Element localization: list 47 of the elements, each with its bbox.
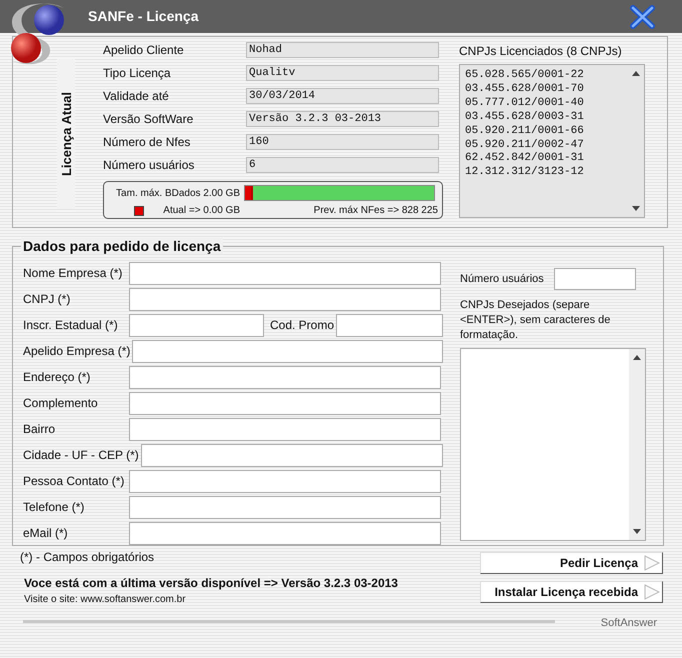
cnpj-item: 03.455.628/0001-70: [465, 82, 585, 97]
field-label: Apelido Empresa (*): [23, 344, 132, 358]
list-title: CNPJs Licenciados (8 CNPJs): [459, 44, 623, 60]
field-label: Inscr. Estadual (*): [23, 318, 119, 332]
field-label: Apelido Cliente: [103, 42, 185, 57]
read-only-field: 30/03/2014: [246, 88, 439, 104]
cnpj-item: 05.777.012/0001-40: [465, 96, 585, 111]
field-label: Versão SoftWare: [103, 111, 194, 126]
field-label: Endereço (*): [23, 370, 92, 384]
required-note: (*) - Campos obrigatórios: [20, 550, 156, 564]
field-label: Número usuários: [103, 157, 196, 172]
read-only-field: Versão 3.2.3 03-2013: [246, 111, 439, 127]
field-label: eMail (*): [23, 526, 69, 540]
field-label: Número usuários: [460, 273, 544, 285]
version-message: Voce está com a última versão disponível => Versão 3.2.3 03-2013: [24, 576, 398, 590]
field-label: CNPJ (*): [23, 292, 72, 306]
current-size-label: Atual => 0.00 GB: [162, 205, 240, 216]
forecast-label: Prev. máx NFes => 828 225: [312, 205, 438, 216]
field-label: Telefone (*): [23, 500, 86, 514]
cnpj-item: 12.312.312/3123-12: [465, 166, 585, 180]
cnpj-item: 62.452.842/0001-31: [465, 152, 585, 166]
field-label: Validade até: [103, 88, 170, 103]
window-title: SANFe - Licença: [88, 8, 198, 24]
read-only-field: 6: [246, 157, 439, 173]
cnpj-item: 05.920.211/0001-66: [465, 124, 585, 139]
cnpj-item: 05.920.211/0002-47: [465, 138, 585, 152]
site-text: Visite o site: www.softanswer.com.br: [24, 594, 187, 605]
storage-label: Tam. máx. BDados 2.00 GB: [115, 188, 240, 198]
field-label: Cod. Promo: [269, 318, 336, 332]
field-label: Bairro: [23, 422, 56, 436]
cnpj-item: 65.028.565/0001-22: [465, 69, 585, 83]
read-only-field: Nohad: [246, 42, 439, 58]
field-label: Pessoa Contato (*): [23, 474, 126, 488]
action-button[interactable]: Pedir Licença: [480, 552, 663, 574]
read-only-field: 160: [246, 134, 439, 150]
field-label: Tipo Licença: [103, 65, 172, 80]
action-button[interactable]: Instalar Licença recebida: [480, 581, 663, 603]
field-label: Cidade - UF - CEP (*): [23, 448, 140, 462]
brand-text: SoftAnswer: [600, 617, 657, 629]
section-heading: Dados para pedido de licença: [21, 238, 223, 254]
hint-text: CNPJs Desejados (separe <ENTER>), sem caracteres de formatação.: [460, 298, 612, 343]
section-heading: Licença Atual: [58, 92, 74, 176]
field-label: Número de Nfes: [103, 134, 192, 149]
cnpj-item: 03.455.628/0003-31: [465, 110, 585, 125]
field-label: Complemento: [23, 396, 99, 410]
read-only-field: Qualitv: [246, 65, 439, 81]
field-label: Nome Empresa (*): [23, 266, 124, 280]
